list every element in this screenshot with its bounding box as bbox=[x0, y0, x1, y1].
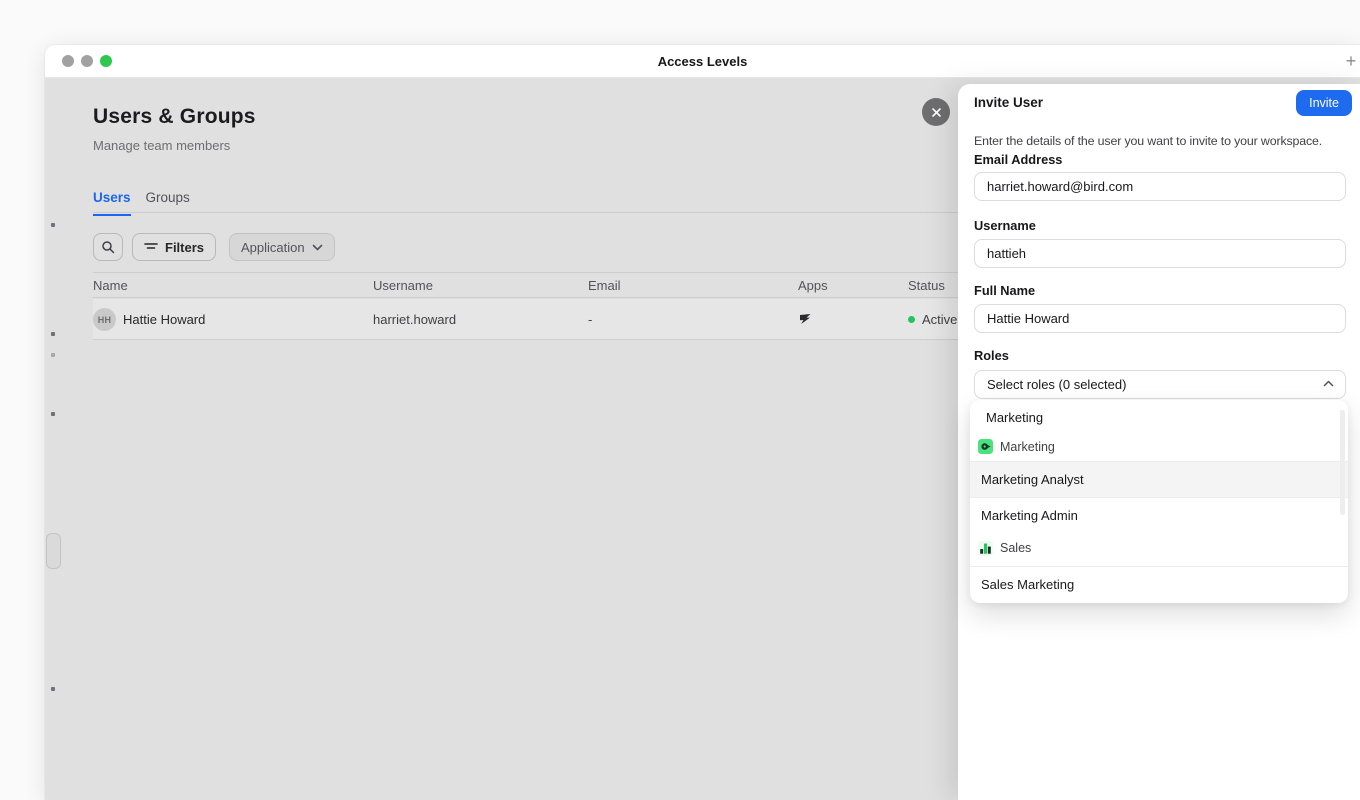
panel-close-button[interactable] bbox=[922, 98, 950, 126]
window-titlebar: Access Levels + bbox=[45, 45, 1360, 78]
col-header-name: Name bbox=[93, 278, 128, 293]
panel-description: Enter the details of the user you want t… bbox=[974, 134, 1323, 148]
roles-dropdown: Marketing Marketing Marketing Analyst Ma… bbox=[970, 400, 1348, 603]
page-subtitle: Manage team members bbox=[93, 138, 231, 153]
roles-select-value: Select roles (0 selected) bbox=[987, 377, 1127, 392]
sidebar-edge-icon bbox=[51, 412, 55, 416]
col-header-status: Status bbox=[908, 278, 945, 293]
search-button[interactable] bbox=[93, 233, 123, 261]
col-header-email: Email bbox=[588, 278, 621, 293]
group-label: Sales bbox=[1000, 541, 1032, 555]
role-option-label: Marketing Analyst bbox=[981, 472, 1084, 487]
role-option-label: Sales Marketing bbox=[981, 577, 1075, 592]
new-tab-icon[interactable]: + bbox=[1342, 49, 1360, 73]
bird-app-icon bbox=[798, 312, 812, 326]
sidebar-edge-icon bbox=[51, 332, 55, 336]
filters-label: Filters bbox=[165, 239, 205, 255]
invite-user-panel: Invite User Invite Enter the details of … bbox=[958, 84, 1360, 800]
sidebar-edge-item bbox=[46, 533, 61, 569]
username-label: Username bbox=[974, 218, 1036, 233]
sidebar-edge-icon bbox=[51, 223, 55, 227]
invite-button[interactable]: Invite bbox=[1296, 90, 1352, 116]
sidebar-edge-icon bbox=[51, 353, 55, 357]
app-window: Access Levels + Users & Groups Manage te… bbox=[45, 45, 1360, 800]
status-text: Active bbox=[922, 312, 958, 327]
sales-app-icon bbox=[978, 540, 993, 556]
avatar: HH bbox=[93, 308, 116, 331]
email-label: Email Address bbox=[974, 152, 1063, 167]
marketing-app-icon bbox=[978, 439, 993, 454]
group-label: Marketing bbox=[1000, 439, 1055, 454]
toolbar: Filters Application bbox=[93, 233, 335, 261]
role-option[interactable]: Marketing bbox=[970, 402, 1348, 432]
app-group-marketing[interactable]: Marketing bbox=[970, 432, 1348, 461]
window-title: Access Levels bbox=[657, 54, 748, 69]
username-field[interactable] bbox=[974, 239, 1346, 268]
application-filter-label: Application bbox=[241, 239, 305, 255]
role-option-label: Marketing bbox=[986, 409, 1044, 425]
role-option[interactable]: Sales Marketing bbox=[970, 567, 1348, 602]
chevron-up-icon bbox=[1323, 380, 1334, 387]
cell-username: harriet.howard bbox=[373, 312, 457, 327]
role-option-label: Marketing Admin bbox=[981, 508, 1078, 523]
cell-email: - bbox=[588, 312, 593, 327]
search-icon bbox=[101, 240, 115, 254]
status-dot bbox=[908, 316, 915, 323]
role-option[interactable]: Marketing Analyst bbox=[970, 462, 1348, 498]
page-title: Users & Groups bbox=[93, 105, 256, 128]
filter-icon bbox=[144, 241, 158, 253]
fullname-label: Full Name bbox=[974, 283, 1036, 298]
role-option[interactable]: Marketing Admin bbox=[970, 498, 1348, 533]
close-icon bbox=[931, 107, 942, 118]
chevron-down-icon bbox=[312, 244, 323, 251]
filters-button[interactable]: Filters bbox=[132, 233, 217, 261]
email-field[interactable] bbox=[974, 172, 1346, 201]
sidebar-edge-icon bbox=[51, 687, 55, 691]
roles-label: Roles bbox=[974, 348, 1009, 363]
dropdown-scrollbar[interactable] bbox=[1340, 410, 1345, 515]
cell-name: Hattie Howard bbox=[123, 312, 206, 327]
fullname-field[interactable] bbox=[974, 304, 1346, 333]
roles-select[interactable]: Select roles (0 selected) bbox=[974, 370, 1346, 399]
cell-status: Active bbox=[908, 299, 957, 340]
application-filter-dropdown[interactable]: Application bbox=[229, 233, 335, 261]
col-header-username: Username bbox=[373, 278, 433, 293]
col-header-apps: Apps bbox=[798, 278, 828, 293]
app-group-sales[interactable]: Sales bbox=[970, 533, 1348, 563]
panel-title: Invite User bbox=[974, 95, 1044, 110]
main-content: Users & Groups Manage team members Users… bbox=[45, 78, 1360, 800]
